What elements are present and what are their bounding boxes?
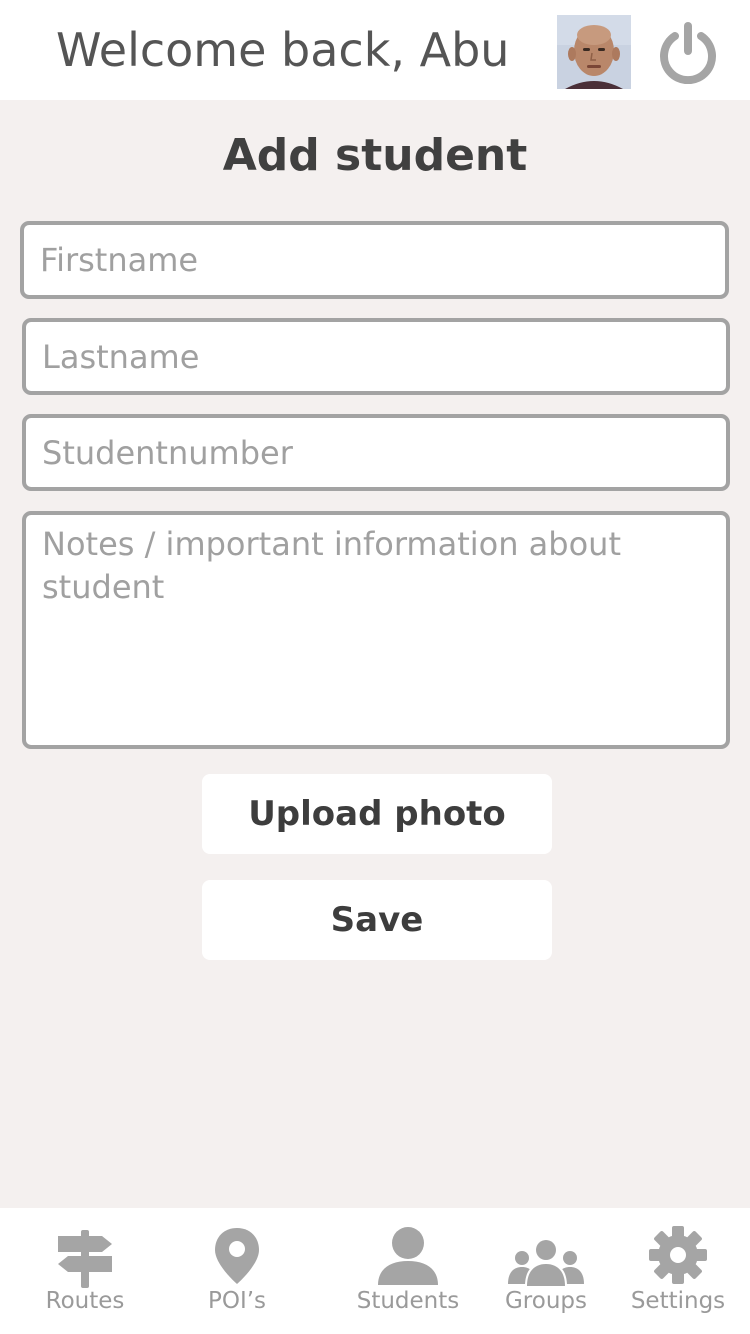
avatar-photo <box>557 15 631 89</box>
gear-icon <box>649 1226 707 1284</box>
welcome-message: Welcome back, Abu <box>56 23 510 77</box>
studentnumber-field[interactable] <box>22 414 730 491</box>
tab-pois[interactable]: POI’s <box>177 1208 297 1334</box>
app-header: Welcome back, Abu <box>0 0 750 100</box>
lastname-field[interactable] <box>22 318 730 395</box>
signpost-icon <box>58 1230 112 1288</box>
save-button[interactable]: Save <box>202 880 552 960</box>
tab-settings-label: Settings <box>630 1288 726 1314</box>
page-title: Add student <box>222 130 528 181</box>
tab-students[interactable]: Students <box>344 1208 472 1334</box>
bottom-tab-bar: Routes POI’s Students Groups Settings <box>0 1208 750 1334</box>
tab-routes[interactable]: Routes <box>25 1208 145 1334</box>
map-pin-icon <box>215 1228 259 1284</box>
firstname-field[interactable] <box>20 221 729 299</box>
tab-settings[interactable]: Settings <box>622 1208 734 1334</box>
tab-students-label: Students <box>356 1288 460 1314</box>
group-icon <box>508 1238 584 1286</box>
person-icon <box>378 1227 438 1285</box>
tab-routes-label: Routes <box>45 1288 125 1314</box>
tab-pois-label: POI’s <box>207 1288 267 1314</box>
avatar[interactable] <box>557 15 631 89</box>
tab-groups-label: Groups <box>504 1288 587 1314</box>
tab-groups[interactable]: Groups <box>490 1208 602 1334</box>
notes-field[interactable] <box>22 511 730 749</box>
upload-photo-button[interactable]: Upload photo <box>202 774 552 854</box>
power-icon[interactable] <box>656 20 720 85</box>
